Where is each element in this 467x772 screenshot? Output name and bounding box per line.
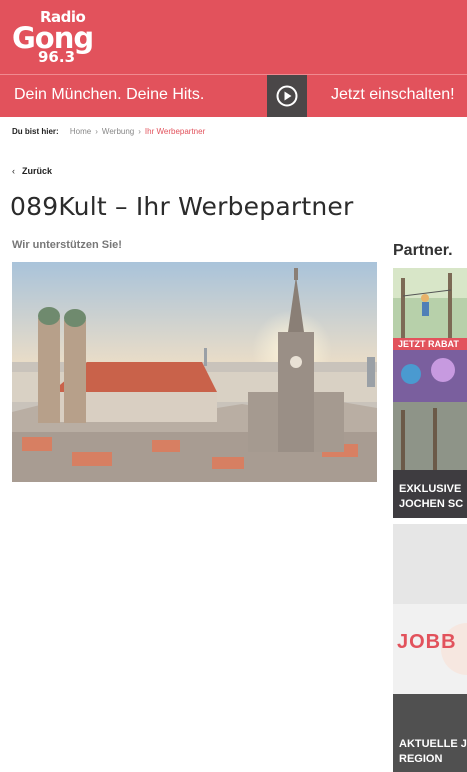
- breadcrumb: Du bist hier: Home › Werbung › Ihr Werbepart…: [12, 127, 205, 136]
- jobs-caption-line1: AKTUELLE J: [399, 738, 467, 750]
- jobs-banner-text: JOBB: [397, 631, 457, 653]
- partner-card-jobs[interactable]: JOBB AKTUELLE J REGION: [393, 524, 467, 772]
- listen-now-link[interactable]: Jetzt einschalten!: [331, 86, 455, 104]
- climbing-park-image: [393, 268, 467, 338]
- site-header: Radio Gong 96.3: [0, 0, 467, 74]
- back-link[interactable]: ‹ Zurück: [12, 166, 52, 176]
- play-icon: [276, 85, 298, 107]
- logo-line-frequency: 96.3: [38, 48, 76, 66]
- station-slogan: Dein München. Deine Hits.: [14, 86, 205, 103]
- page-subtitle: Wir unterstützen Sie!: [12, 239, 122, 251]
- breadcrumb-label: Du bist hier:: [12, 127, 59, 136]
- partner-card-rabatt[interactable]: JETZT RABAT EXKLUSIVE JOCHEN SC: [393, 268, 467, 518]
- breadcrumb-home[interactable]: Home: [70, 127, 91, 136]
- partner-ribbon-text: JETZT RABAT: [398, 339, 459, 349]
- breadcrumb-separator-icon: ›: [138, 127, 141, 136]
- breadcrumb-separator-icon: ›: [95, 127, 98, 136]
- partner-caption: EXKLUSIVE JOCHEN SC: [399, 482, 463, 512]
- jobs-caption: AKTUELLE J REGION: [399, 737, 467, 767]
- page-title: 089Kult – Ihr Werbepartner: [10, 192, 354, 221]
- listen-banner: Dein München. Deine Hits. Jetzt einschal…: [0, 74, 467, 117]
- partner-caption-line2: JOCHEN SC: [399, 498, 464, 510]
- partner-heading: Partner.: [393, 242, 453, 259]
- radio-gong-logo[interactable]: Radio Gong 96.3: [12, 8, 104, 66]
- play-button[interactable]: [267, 75, 307, 117]
- chevron-left-icon: ‹: [12, 166, 15, 176]
- munich-skyline-image: [12, 262, 377, 482]
- breadcrumb-werbung[interactable]: Werbung: [102, 127, 134, 136]
- breadcrumb-current: Ihr Werbepartner: [144, 127, 206, 136]
- jobs-caption-line2: REGION: [399, 753, 443, 765]
- partner-caption-line1: EXKLUSIVE: [399, 483, 462, 495]
- partner-ribbon: JETZT RABAT: [393, 338, 467, 350]
- back-label: Zurück: [22, 166, 53, 176]
